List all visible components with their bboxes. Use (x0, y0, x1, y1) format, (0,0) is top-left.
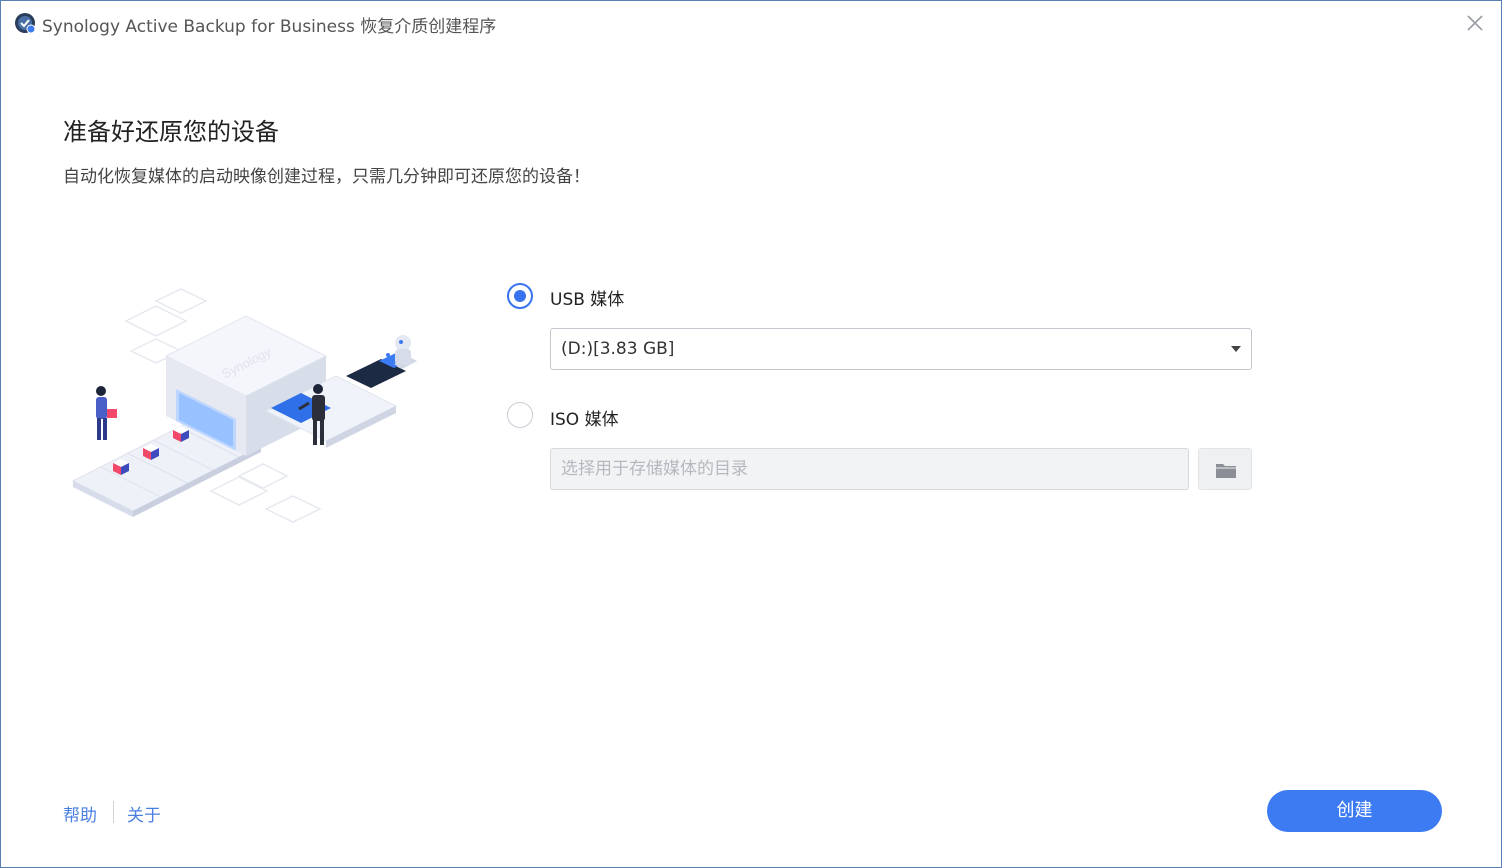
create-button[interactable]: 创建 (1267, 790, 1442, 832)
restore-illustration: Synology (61, 281, 441, 531)
about-link[interactable]: 关于 (127, 801, 161, 826)
usb-drive-select[interactable]: (D:)[3.83 GB] (550, 328, 1252, 370)
iso-media-label[interactable]: ISO 媒体 (550, 405, 619, 430)
help-link[interactable]: 帮助 (63, 801, 97, 826)
usb-drive-value: (D:)[3.83 GB] (561, 339, 675, 359)
window-title: Synology Active Backup for Business 恢复介质… (42, 17, 497, 37)
usb-media-label[interactable]: USB 媒体 (550, 285, 624, 310)
iso-media-radio[interactable] (507, 402, 533, 428)
app-window: Synology Active Backup for Business 恢复介质… (0, 0, 1502, 868)
close-button[interactable] (1463, 11, 1487, 35)
browse-folder-button[interactable] (1198, 448, 1252, 490)
caret-down-icon (1231, 346, 1241, 352)
usb-media-radio[interactable] (507, 283, 533, 309)
folder-icon (1216, 464, 1236, 478)
page-description: 自动化恢复媒体的启动映像创建过程，只需几分钟即可还原您的设备！ (63, 167, 590, 187)
title-bar: Synology Active Backup for Business 恢复介质… (1, 1, 1501, 45)
page-title: 准备好还原您的设备 (63, 118, 279, 146)
footer-divider (113, 801, 114, 823)
close-icon (1467, 15, 1483, 31)
iso-path-input[interactable] (550, 448, 1189, 490)
app-icon (14, 12, 36, 34)
